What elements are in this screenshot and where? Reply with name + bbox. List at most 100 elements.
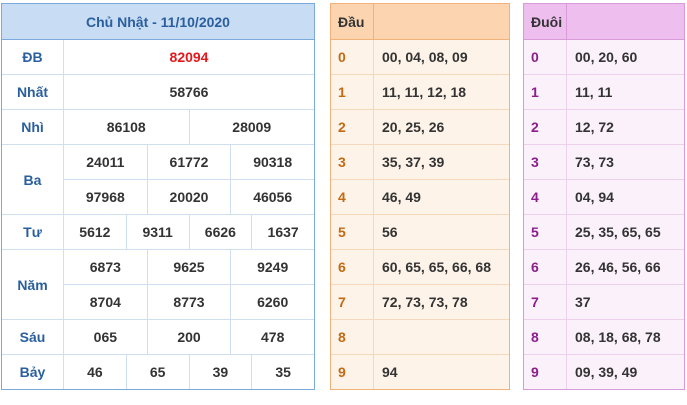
tail-values: 04, 94	[575, 189, 614, 205]
tail-key: 2	[524, 110, 567, 144]
head-values	[374, 320, 509, 354]
prize-row-seventh: Bảy 46 65 39 35	[2, 355, 314, 389]
tail-values: 25, 35, 65, 65	[575, 224, 661, 240]
prize-number: 065	[93, 329, 118, 345]
head-values: 46, 49	[382, 189, 421, 205]
head-values: 94	[382, 364, 398, 380]
prize-number: 90318	[230, 145, 314, 179]
prize-number: 9311	[125, 215, 189, 249]
prize-number: 24011	[86, 154, 125, 170]
prize-number: 9625	[146, 250, 231, 284]
head-values: 20, 25, 26	[382, 119, 445, 135]
head-values: 35, 37, 39	[382, 154, 445, 170]
head-key: 0	[331, 40, 374, 74]
tail-digits-table: Đuôi 0 00, 20, 60 1 11, 11 2 12, 72 3 73, 73…	[523, 3, 685, 390]
prize-row-fifth: Năm 6873 9625 9249 8704 8773 6260	[2, 250, 314, 320]
tail-row: 7 37	[524, 285, 684, 320]
tail-key: 1	[524, 75, 567, 109]
head-key: 4	[331, 180, 374, 214]
head-values: 56	[382, 224, 398, 240]
tail-row: 4 04, 94	[524, 180, 684, 215]
prize-number: 1637	[251, 215, 314, 249]
prize-number: 5612	[79, 224, 111, 240]
head-header-label: Đầu	[331, 4, 374, 39]
head-row: 2 20, 25, 26	[331, 110, 509, 145]
tail-key: 5	[524, 215, 567, 249]
results-table: Chủ Nhật - 11/10/2020 ĐB 82094 Nhất 5876…	[1, 3, 315, 390]
prize-number: 6626	[188, 215, 252, 249]
tail-key: 7	[524, 285, 567, 319]
tail-key: 8	[524, 320, 567, 354]
prize-number: 6873	[89, 259, 121, 275]
tail-key: 3	[524, 145, 567, 179]
tail-values: 37	[575, 294, 591, 310]
prize-label: ĐB	[2, 40, 64, 74]
tail-values: 00, 20, 60	[575, 49, 638, 65]
prize-label: Ba	[2, 145, 64, 214]
prize-number: 82094	[169, 49, 209, 65]
prize-number: 35	[251, 355, 314, 389]
prize-number: 97968	[85, 189, 125, 205]
tail-row: 5 25, 35, 65, 65	[524, 215, 684, 250]
head-key: 6	[331, 250, 374, 284]
prize-number: 39	[188, 355, 252, 389]
head-key: 5	[331, 215, 374, 249]
tail-key: 9	[524, 355, 567, 389]
tail-values: 11, 11	[575, 84, 613, 100]
head-table-header: Đầu	[331, 4, 509, 40]
tail-values: 09, 39, 49	[575, 364, 638, 380]
tail-values: 26, 46, 56, 66	[575, 259, 661, 275]
tail-row: 0 00, 20, 60	[524, 40, 684, 75]
prize-number: 61772	[146, 145, 231, 179]
head-key: 9	[331, 355, 374, 389]
tail-row: 6 26, 46, 56, 66	[524, 250, 684, 285]
prize-row-sixth: Sáu 065 200 478	[2, 320, 314, 355]
prize-row-third: Ba 24011 61772 90318 97968 20020 46056	[2, 145, 314, 215]
prize-label: Bảy	[2, 355, 64, 389]
prize-row-fourth: Tư 5612 9311 6626 1637	[2, 215, 314, 250]
prize-number: 46056	[230, 180, 314, 214]
results-title: Chủ Nhật - 11/10/2020	[2, 4, 314, 40]
head-row: 1 11, 11, 12, 18	[331, 75, 509, 110]
prize-number: 65	[125, 355, 189, 389]
tail-row: 8 08, 18, 68, 78	[524, 320, 684, 355]
head-values: 60, 65, 65, 66, 68	[382, 259, 491, 275]
tail-key: 4	[524, 180, 567, 214]
head-digits-table: Đầu 0 00, 04, 08, 09 1 11, 11, 12, 18 2 20,…	[330, 3, 510, 390]
head-row: 5 56	[331, 215, 509, 250]
head-row: 8	[331, 320, 509, 355]
prize-number: 200	[146, 320, 231, 354]
head-values: 00, 04, 08, 09	[382, 49, 468, 65]
head-values: 11, 11, 12, 18	[382, 84, 467, 100]
prize-number: 86108	[106, 119, 146, 135]
head-row: 9 94	[331, 355, 509, 389]
prize-row-special: ĐB 82094	[2, 40, 314, 75]
prize-label: Tư	[2, 215, 64, 249]
prize-label: Năm	[2, 250, 64, 319]
tail-table-header: Đuôi	[524, 4, 684, 40]
prize-label: Nhất	[2, 75, 64, 109]
head-row: 4 46, 49	[331, 180, 509, 215]
head-key: 2	[331, 110, 374, 144]
tail-row: 2 12, 72	[524, 110, 684, 145]
prize-number: 6260	[230, 285, 314, 319]
tail-row: 1 11, 11	[524, 75, 684, 110]
prize-number: 58766	[169, 84, 209, 100]
head-row: 6 60, 65, 65, 66, 68	[331, 250, 509, 285]
tail-key: 6	[524, 250, 567, 284]
head-row: 7 72, 73, 73, 78	[331, 285, 509, 320]
prize-number: 28009	[188, 110, 315, 144]
tail-row: 9 09, 39, 49	[524, 355, 684, 389]
head-values: 72, 73, 73, 78	[382, 294, 468, 310]
head-row: 0 00, 04, 08, 09	[331, 40, 509, 75]
head-key: 8	[331, 320, 374, 354]
tail-values: 73, 73	[575, 154, 614, 170]
head-key: 3	[331, 145, 374, 179]
prize-number: 9249	[230, 250, 314, 284]
head-row: 3 35, 37, 39	[331, 145, 509, 180]
prize-row-second: Nhì 86108 28009	[2, 110, 314, 145]
tail-values: 12, 72	[575, 119, 614, 135]
prize-label: Nhì	[2, 110, 64, 144]
prize-number: 20020	[146, 180, 231, 214]
tail-row: 3 73, 73	[524, 145, 684, 180]
